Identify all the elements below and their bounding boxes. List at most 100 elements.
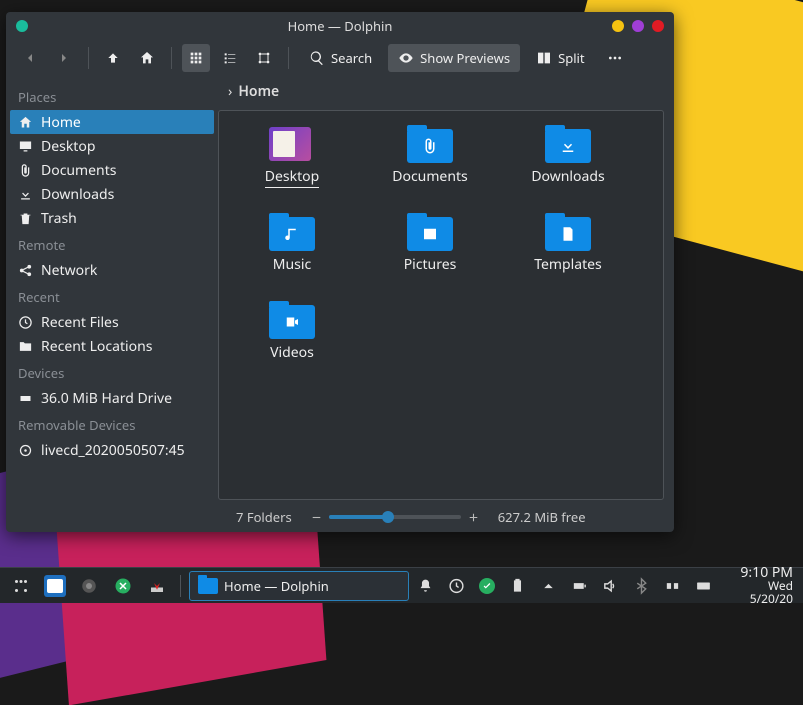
share-icon	[18, 263, 33, 278]
app-launcher-button[interactable]	[6, 571, 36, 601]
installer-icon	[148, 577, 166, 595]
downloads-folder-icon	[545, 129, 591, 163]
sidebar-item-documents[interactable]: Documents	[10, 158, 214, 182]
desktop-folder-icon	[269, 127, 311, 161]
icons-view-button[interactable]	[182, 44, 210, 72]
music-folder-icon	[269, 217, 315, 251]
close-button[interactable]	[652, 20, 664, 32]
sidebar-item-trash[interactable]: Trash	[10, 206, 214, 230]
back-button[interactable]	[16, 44, 44, 72]
bell-icon	[417, 577, 434, 595]
bluetooth-icon	[633, 577, 650, 595]
places-header: Places	[18, 88, 206, 106]
sidebar-item-livecd[interactable]: livecd_2020050507:45	[10, 438, 214, 462]
sidebar-item-network[interactable]: Network	[10, 258, 214, 282]
folder-downloads[interactable]: Downloads	[503, 125, 633, 207]
dolphin-task-icon	[198, 578, 218, 594]
tray-keyboard[interactable]	[691, 571, 716, 601]
location-bar[interactable]: › Home	[218, 76, 674, 106]
details-view-button[interactable]	[250, 44, 278, 72]
location-crumb: Home	[238, 82, 279, 101]
system-tray: 9:10 PM Wed 5/20/20	[411, 566, 799, 606]
network-icon	[664, 577, 681, 595]
remote-header: Remote	[18, 236, 206, 254]
show-previews-label: Show Previews	[420, 49, 510, 67]
zoom-out-icon	[310, 511, 323, 524]
documents-folder-icon	[407, 129, 453, 163]
folder-icon	[18, 339, 33, 354]
folder-templates[interactable]: Templates	[503, 213, 633, 295]
status-free-space: 627.2 MiB free	[498, 508, 586, 526]
volume-icon	[602, 577, 619, 595]
tray-volume[interactable]	[598, 571, 623, 601]
sidebar-item-recent-locations[interactable]: Recent Locations	[10, 334, 214, 358]
folder-music[interactable]: Music	[227, 213, 357, 295]
clip-icon	[18, 163, 33, 178]
status-count: 7 Folders	[236, 508, 292, 526]
launcher-discover[interactable]	[108, 571, 138, 601]
home-button[interactable]	[133, 44, 161, 72]
sidebar-item-recent-files[interactable]: Recent Files	[10, 310, 214, 334]
folder-view[interactable]: Desktop Documents Downloads Music Pictur…	[218, 110, 664, 500]
drive-icon	[18, 391, 33, 406]
falkon-icon	[44, 575, 66, 597]
tray-clock-icon[interactable]	[444, 571, 469, 601]
tray-clipboard[interactable]	[505, 571, 530, 601]
pictures-folder-icon	[407, 217, 453, 251]
tray-battery[interactable]	[567, 571, 592, 601]
more-icon	[607, 50, 623, 66]
launcher-system-settings[interactable]	[74, 571, 104, 601]
search-button[interactable]: Search	[299, 44, 382, 72]
toolbar: Search Show Previews Split	[6, 40, 674, 76]
videos-folder-icon	[269, 305, 315, 339]
clock-icon	[18, 315, 33, 330]
launcher-installer[interactable]	[142, 571, 172, 601]
titlebar[interactable]: Home — Dolphin	[6, 12, 674, 40]
tray-bluetooth[interactable]	[629, 571, 654, 601]
eye-icon	[398, 50, 414, 66]
launcher-icon	[12, 577, 30, 595]
taskbar-clock[interactable]: 9:10 PM Wed 5/20/20	[720, 566, 799, 606]
taskbar: Home — Dolphin 9:10 PM Wed 5/20/20	[0, 567, 803, 603]
clock-icon	[448, 577, 465, 595]
settings-icon	[80, 577, 98, 595]
chevron-up-icon	[540, 577, 557, 595]
split-label: Split	[558, 49, 585, 67]
recent-header: Recent	[18, 288, 206, 306]
show-previews-button[interactable]: Show Previews	[388, 44, 520, 72]
forward-button[interactable]	[50, 44, 78, 72]
folder-documents[interactable]: Documents	[365, 125, 495, 207]
sidebar-item-home[interactable]: Home	[10, 110, 214, 134]
zoom-slider[interactable]	[310, 511, 480, 524]
disc-icon	[18, 443, 33, 458]
launcher-falkon[interactable]	[40, 571, 70, 601]
split-button[interactable]: Split	[526, 44, 595, 72]
clipboard-icon	[509, 577, 526, 595]
tray-more[interactable]	[536, 571, 561, 601]
discover-icon	[114, 577, 132, 595]
tray-notifications[interactable]	[413, 571, 438, 601]
sidebar-item-desktop[interactable]: Desktop	[10, 134, 214, 158]
folder-desktop[interactable]: Desktop	[227, 125, 357, 207]
taskbar-entry-dolphin[interactable]: Home — Dolphin	[189, 571, 409, 601]
folder-videos[interactable]: Videos	[227, 301, 357, 383]
removable-header: Removable Devices	[18, 416, 206, 434]
statusbar: 7 Folders 627.2 MiB free	[6, 506, 674, 532]
compact-view-button[interactable]	[216, 44, 244, 72]
sidebar-item-downloads[interactable]: Downloads	[10, 182, 214, 206]
search-icon	[309, 50, 325, 66]
maximize-button[interactable]	[632, 20, 644, 32]
up-button[interactable]	[99, 44, 127, 72]
menu-button[interactable]	[601, 44, 629, 72]
zoom-in-icon	[467, 511, 480, 524]
split-icon	[536, 50, 552, 66]
tray-updates[interactable]	[475, 571, 499, 601]
search-label: Search	[331, 49, 372, 67]
minimize-button[interactable]	[612, 20, 624, 32]
sidebar-item-hard-drive[interactable]: 36.0 MiB Hard Drive	[10, 386, 214, 410]
devices-header: Devices	[18, 364, 206, 382]
battery-icon	[571, 577, 588, 595]
tray-network[interactable]	[660, 571, 685, 601]
dolphin-window: Home — Dolphin Search Show Previews Spli…	[6, 12, 674, 532]
folder-pictures[interactable]: Pictures	[365, 213, 495, 295]
